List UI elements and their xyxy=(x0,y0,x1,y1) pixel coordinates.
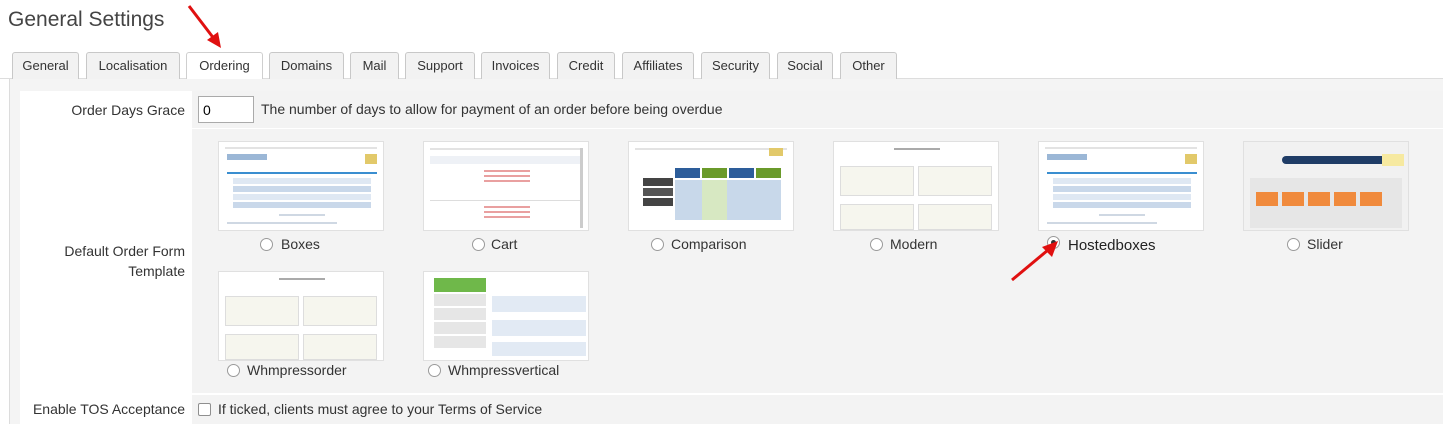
annotation-arrow-ordering-icon xyxy=(187,5,221,48)
template-modern-radio[interactable] xyxy=(870,238,883,251)
template-slider-label[interactable]: Slider xyxy=(1307,236,1343,252)
template-boxes-radio[interactable] xyxy=(260,238,273,251)
template-whmpressvertical-preview[interactable] xyxy=(423,271,589,361)
template-slider-preview[interactable] xyxy=(1243,141,1409,231)
template-comparison-label[interactable]: Comparison xyxy=(671,236,746,252)
page-title: General Settings xyxy=(8,8,165,31)
template-whmpressorder-label[interactable]: Whmpressorder xyxy=(247,362,347,378)
template-comparison-radio[interactable] xyxy=(651,238,664,251)
template-hostedboxes-preview[interactable] xyxy=(1038,141,1204,231)
tos-checkbox[interactable] xyxy=(198,403,211,416)
tab-localisation[interactable]: Localisation xyxy=(86,52,180,79)
tab-social[interactable]: Social xyxy=(777,52,833,79)
tos-row: Enable TOS Acceptance If ticked, clients… xyxy=(20,395,1443,424)
tos-label: Enable TOS Acceptance xyxy=(32,401,185,417)
tab-mail[interactable]: Mail xyxy=(350,52,399,79)
template-modern-label[interactable]: Modern xyxy=(890,236,937,252)
order-form-template-row: Default Order Form Template Boxes Cart C… xyxy=(20,129,1443,393)
order-days-grace-label: Order Days Grace xyxy=(71,102,185,118)
template-modern-preview[interactable] xyxy=(833,141,999,231)
order-form-template-label: Default Order Form Template xyxy=(64,243,185,279)
order-days-grace-row: Order Days Grace The number of days to a… xyxy=(20,91,1443,128)
template-whmpressorder-radio[interactable] xyxy=(227,364,240,377)
annotation-arrow-hostedboxes-icon xyxy=(1011,241,1058,282)
template-comparison-preview[interactable] xyxy=(628,141,794,231)
tab-invoices[interactable]: Invoices xyxy=(481,52,550,79)
template-slider-radio[interactable] xyxy=(1287,238,1300,251)
template-hostedboxes-label[interactable]: Hostedboxes xyxy=(1068,237,1156,254)
template-whmpressvertical-radio[interactable] xyxy=(428,364,441,377)
tab-credit[interactable]: Credit xyxy=(557,52,615,79)
tab-security[interactable]: Security xyxy=(701,52,770,79)
template-boxes-preview[interactable] xyxy=(218,141,384,231)
tab-other[interactable]: Other xyxy=(840,52,897,79)
tab-domains[interactable]: Domains xyxy=(269,52,344,79)
template-whmpressvertical-label[interactable]: Whmpressvertical xyxy=(448,362,559,378)
settings-table: Order Days Grace The number of days to a… xyxy=(20,91,1443,424)
order-days-grace-input[interactable] xyxy=(198,96,254,123)
order-form-template-field: Boxes Cart Comparison Modern Hostedboxes… xyxy=(192,129,1443,393)
template-cart-radio[interactable] xyxy=(472,238,485,251)
template-cart-preview[interactable] xyxy=(423,141,589,231)
order-days-grace-hint: The number of days to allow for payment … xyxy=(261,101,723,117)
tos-field: If ticked, clients must agree to your Te… xyxy=(192,395,1443,424)
template-boxes-label[interactable]: Boxes xyxy=(281,236,320,252)
template-whmpressorder-preview[interactable] xyxy=(218,271,384,361)
order-days-grace-field: The number of days to allow for payment … xyxy=(192,91,1443,128)
tab-support[interactable]: Support xyxy=(405,52,475,79)
settings-panel: Order Days Grace The number of days to a… xyxy=(9,79,1443,424)
tab-ordering[interactable]: Ordering xyxy=(186,52,263,80)
tab-bar: General Localisation Ordering Domains Ma… xyxy=(0,52,1443,80)
tab-general[interactable]: General xyxy=(12,52,79,79)
template-cart-label[interactable]: Cart xyxy=(491,236,517,252)
tab-affiliates[interactable]: Affiliates xyxy=(622,52,694,79)
tos-hint: If ticked, clients must agree to your Te… xyxy=(218,401,543,417)
